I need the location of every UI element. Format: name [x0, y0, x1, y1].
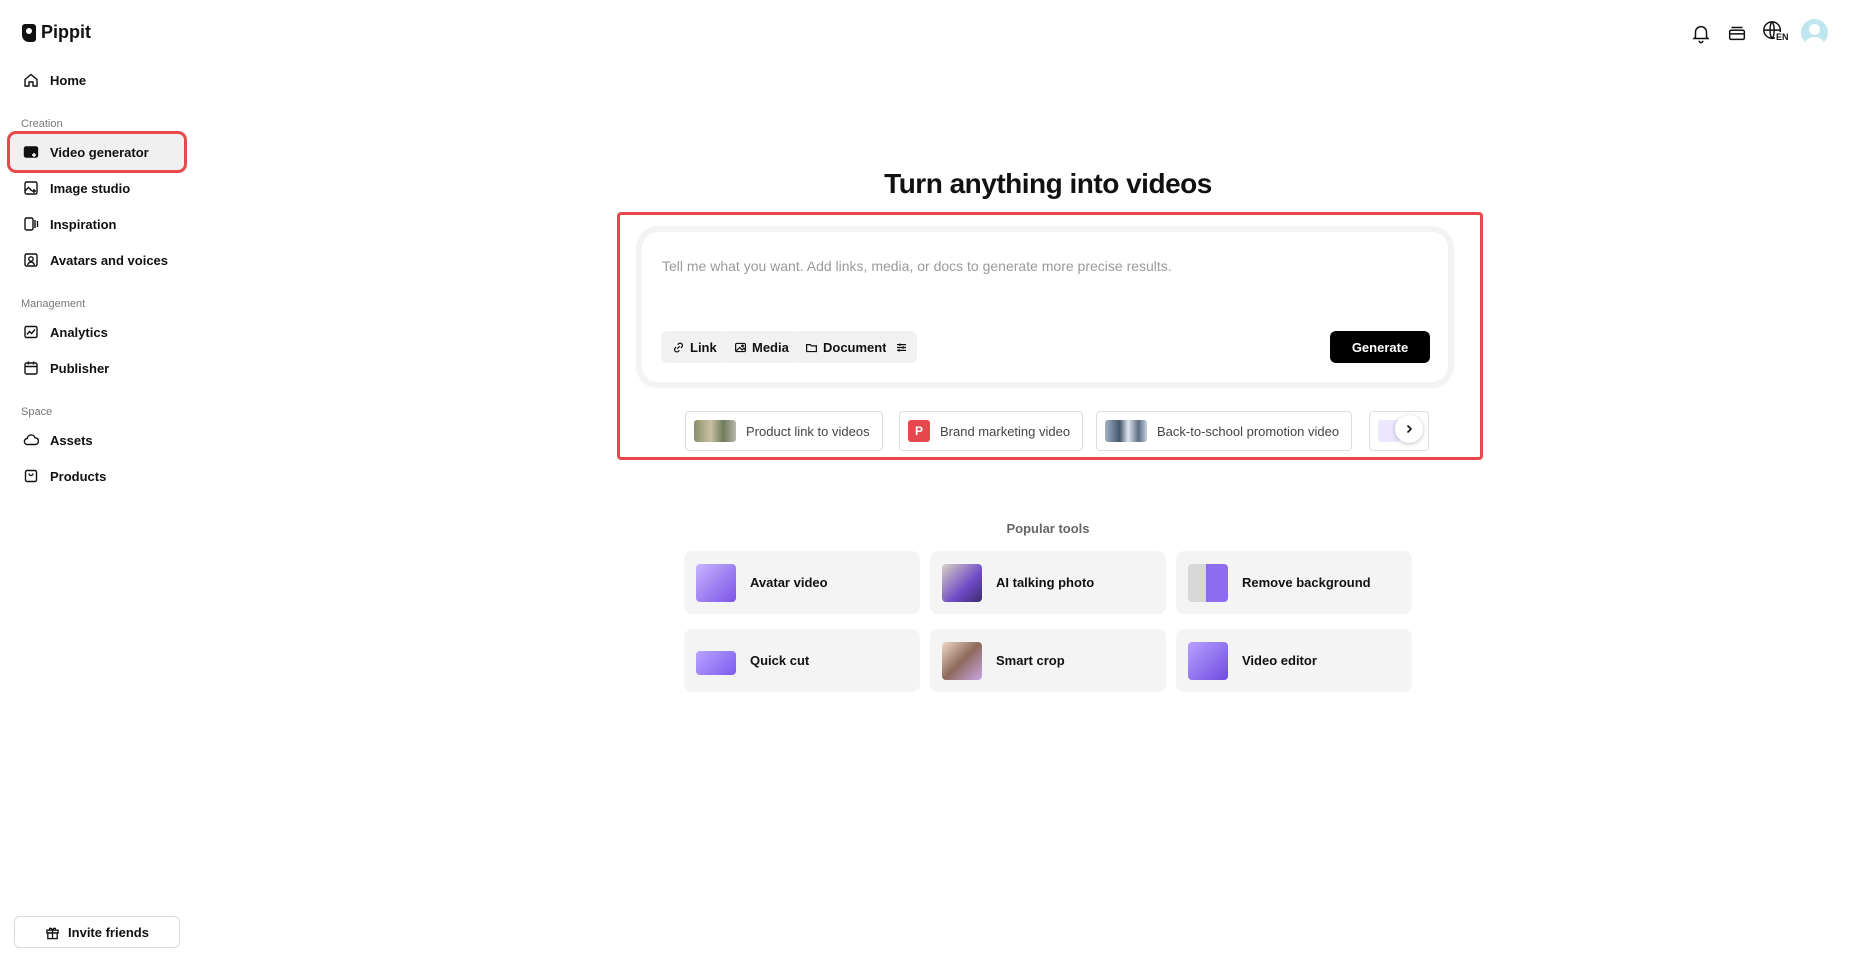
video-plus-icon	[23, 144, 39, 160]
tool-label: Avatar video	[750, 575, 828, 590]
section-label-space: Space	[21, 406, 52, 418]
section-label-management: Management	[21, 298, 85, 310]
popular-tools-title: Popular tools	[0, 521, 1872, 536]
bell-icon	[1690, 22, 1712, 44]
quick-cut-icon	[696, 651, 736, 675]
suggestion-thumbnail	[694, 420, 736, 442]
section-label-creation: Creation	[21, 118, 63, 130]
talking-photo-icon	[942, 564, 982, 602]
tool-avatar-video[interactable]: Avatar video	[684, 551, 920, 614]
prompt-card: Link Media Document Generate	[642, 232, 1448, 382]
analytics-chart-icon	[23, 324, 39, 340]
sidebar-item-label: Inspiration	[50, 217, 116, 232]
suggestion-list: Product link to videos P Brand marketing…	[685, 411, 1445, 451]
invite-friends-label: Invite friends	[68, 925, 149, 940]
media-label: Media	[752, 340, 789, 355]
calendar-icon	[23, 360, 39, 376]
home-icon	[23, 72, 39, 88]
add-document-button[interactable]: Document	[794, 331, 898, 363]
add-media-button[interactable]: Media	[723, 331, 800, 363]
language-selector[interactable]: EN	[1762, 20, 1792, 46]
tool-label: Video editor	[1242, 653, 1317, 668]
suggestion-product-link[interactable]: Product link to videos	[685, 411, 883, 451]
video-editor-icon	[1188, 642, 1228, 680]
app-root: Pippit Home Creation Video generator Ima…	[0, 0, 1872, 962]
brand-p-icon: P	[908, 420, 930, 442]
chevron-right-icon	[1403, 423, 1415, 435]
remove-background-icon	[1188, 564, 1228, 602]
tool-label: Smart crop	[996, 653, 1065, 668]
avatar-video-icon	[696, 564, 736, 602]
inspiration-icon	[23, 216, 39, 232]
suggestion-thumbnail	[1105, 420, 1147, 442]
sidebar-item-inspiration[interactable]: Inspiration	[10, 206, 184, 242]
prompt-input[interactable]	[662, 246, 1422, 286]
sidebar-item-assets[interactable]: Assets	[10, 422, 184, 458]
settings-button[interactable]	[886, 331, 917, 363]
tool-video-editor[interactable]: Video editor	[1176, 629, 1412, 692]
tool-label: Remove background	[1242, 575, 1371, 590]
sidebar: Pippit Home Creation Video generator Ima…	[0, 0, 190, 962]
suggestion-label: Product link to videos	[746, 424, 870, 439]
suggestion-back-to-school[interactable]: Back-to-school promotion video	[1096, 411, 1352, 451]
tool-label: Quick cut	[750, 653, 809, 668]
subscription-button[interactable]	[1725, 21, 1749, 45]
document-label: Document	[823, 340, 887, 355]
notifications-button[interactable]	[1689, 21, 1713, 45]
link-label: Link	[690, 340, 717, 355]
pippit-logo-icon	[22, 24, 36, 42]
sidebar-item-label: Products	[50, 469, 106, 484]
sidebar-item-avatars-voices[interactable]: Avatars and voices	[10, 242, 184, 278]
suggestion-label: Brand marketing video	[940, 424, 1070, 439]
brand-logo[interactable]: Pippit	[22, 22, 91, 43]
brand-name: Pippit	[41, 22, 91, 43]
invite-friends-button[interactable]: Invite friends	[14, 916, 180, 948]
tool-remove-background[interactable]: Remove background	[1176, 551, 1412, 614]
sidebar-item-label: Home	[50, 73, 86, 88]
smart-crop-icon	[942, 642, 982, 680]
prompt-area: Link Media Document Generate Product lin…	[617, 212, 1483, 460]
sidebar-item-label: Video generator	[50, 145, 149, 160]
sidebar-item-publisher[interactable]: Publisher	[10, 350, 184, 386]
folder-icon	[805, 341, 818, 354]
sliders-icon	[895, 341, 908, 354]
sidebar-item-products[interactable]: Products	[10, 458, 184, 494]
page-title: Turn anything into videos	[0, 168, 1872, 200]
sidebar-item-analytics[interactable]: Analytics	[10, 314, 184, 350]
sidebar-item-label: Analytics	[50, 325, 108, 340]
sidebar-item-label: Avatars and voices	[50, 253, 168, 268]
generate-button[interactable]: Generate	[1330, 331, 1430, 363]
card-stack-icon	[1726, 22, 1748, 44]
user-avatar[interactable]	[1801, 19, 1828, 46]
tool-ai-talking-photo[interactable]: AI talking photo	[930, 551, 1166, 614]
link-icon	[672, 341, 685, 354]
sidebar-item-label: Publisher	[50, 361, 109, 376]
avatar-voice-icon	[23, 252, 39, 268]
cloud-icon	[23, 432, 39, 448]
product-box-icon	[23, 468, 39, 484]
add-link-button[interactable]: Link	[661, 331, 728, 363]
tool-smart-crop[interactable]: Smart crop	[930, 629, 1166, 692]
sidebar-item-label: Assets	[50, 433, 93, 448]
suggestion-brand-marketing[interactable]: P Brand marketing video	[899, 411, 1083, 451]
language-code: EN	[1775, 32, 1790, 42]
suggestions-next-button[interactable]	[1395, 415, 1423, 443]
sidebar-item-video-generator[interactable]: Video generator	[10, 134, 184, 170]
suggestion-label: Back-to-school promotion video	[1157, 424, 1339, 439]
sidebar-item-home[interactable]: Home	[10, 62, 184, 98]
tool-label: AI talking photo	[996, 575, 1094, 590]
gift-icon	[45, 925, 60, 940]
image-icon	[734, 341, 747, 354]
tool-quick-cut[interactable]: Quick cut	[684, 629, 920, 692]
